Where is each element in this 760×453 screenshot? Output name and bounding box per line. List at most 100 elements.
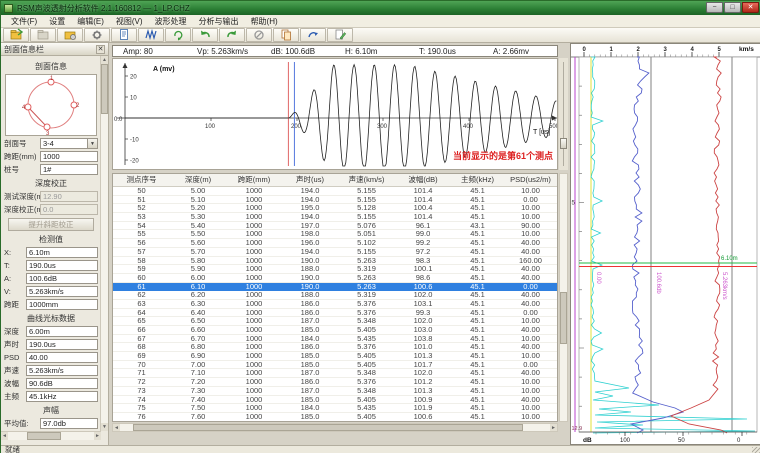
table-row-71[interactable]: 717.101000187.05.348102.045.140.00 [113,369,557,378]
table-row-64[interactable]: 646.401000186.05.37699.345.10.00 [113,309,557,318]
waveform-view-button[interactable] [138,28,164,42]
table-row-63[interactable]: 636.301000186.05.376103.145.140.00 [113,300,557,309]
close-button[interactable]: ✕ [742,2,759,13]
scroll-right-icon[interactable]: ► [550,424,557,431]
slider-handle[interactable] [560,138,567,149]
column-header-4[interactable]: 声速(km/s) [338,174,395,186]
table-row-58[interactable]: 585.801000190.05.26398.345.1160.00 [113,257,557,266]
field-value[interactable]: 190.0us [26,339,98,350]
scroll-right-icon[interactable]: ► [94,432,101,440]
table-row-62[interactable]: 626.201000188.05.319102.045.140.00 [113,291,557,300]
field-value[interactable]: 5.263km/s [26,286,98,297]
table-row-74[interactable]: 747.401000185.05.405100.945.140.00 [113,396,557,405]
field-value[interactable]: 6.10m [26,247,98,258]
close-icon[interactable]: ✕ [96,45,105,54]
open-file-gray-button[interactable] [30,28,56,42]
scrollbar-thumb[interactable] [27,432,61,440]
column-header-2[interactable]: 跨距(mm) [226,174,282,186]
transfer-arrow-button[interactable] [300,28,326,42]
scroll-up-icon[interactable]: ▲ [101,56,108,64]
table-row-60[interactable]: 606.001000190.05.26398.645.140.00 [113,274,557,283]
table-vertical-scrollbar[interactable] [559,173,568,422]
open-file-button[interactable] [3,28,29,42]
title-bar[interactable]: RSM声波透射分析软件 2.1.160812 — 1_LP.CHZ − □ ✕ [1,1,760,15]
menu-item-0[interactable]: 文件(F) [5,15,43,28]
column-header-3[interactable]: 声时(us) [282,174,338,186]
table-row-50[interactable]: 505.001000194.05.155101.445.110.00 [113,187,557,196]
menu-item-5[interactable]: 分析与输出 [193,15,245,28]
table-row-55[interactable]: 555.501000198.05.05199.045.110.00 [113,230,557,239]
profile-no-select[interactable]: 3-4 ▼ [40,138,98,149]
column-header-7[interactable]: PSD(us2/m) [504,174,557,186]
field-value[interactable]: 97.0db [40,418,98,429]
scrollbar-thumb[interactable] [133,424,523,431]
menu-item-3[interactable]: 视图(V) [110,15,149,28]
field-value[interactable]: 190.0us [26,260,98,271]
field-value[interactable]: 90.6dB [26,378,98,389]
menu-item-1[interactable]: 设置 [43,15,71,28]
span-input[interactable]: 1000 [40,151,98,162]
scroll-left-icon[interactable]: ◄ [1,432,8,440]
field-value[interactable]: 45.1kHz [26,391,98,402]
copy-pages-button[interactable] [273,28,299,42]
settings-gear-button[interactable] [84,28,110,42]
table-row-76[interactable]: 767.601000185.05.405100.645.110.00 [113,413,557,422]
table-row-56[interactable]: 565.601000196.05.10299.245.140.00 [113,239,557,248]
table-row-67[interactable]: 676.701000184.05.435103.845.110.00 [113,335,557,344]
scrollbar-thumb[interactable] [560,292,567,344]
field-value[interactable]: 1000mm [26,299,98,310]
column-header-6[interactable]: 主频(kHz) [451,174,504,186]
maximize-button[interactable]: □ [724,2,741,13]
disabled-button[interactable] [246,28,272,42]
redo-button[interactable] [219,28,245,42]
report-page-button[interactable] [111,28,137,42]
table-row-57[interactable]: 575.701000194.05.15597.245.140.00 [113,248,557,257]
resize-grip[interactable] [752,447,760,453]
field-value[interactable]: 6.00m [26,326,98,337]
table-horizontal-scrollbar[interactable]: ◄ ► [112,423,558,432]
sidebar-vertical-scrollbar[interactable]: ▲ ▼ [100,56,108,431]
chevron-down-icon[interactable]: ▼ [88,138,98,149]
pile-no-input[interactable]: 1# [40,164,98,175]
sidebar-horizontal-scrollbar[interactable]: ◄ ► [1,431,101,440]
scroll-left-icon[interactable]: ◄ [113,424,120,431]
depth-profile-chart[interactable]: 012345km/s512.96.10m0.00100.6db5.263km/s… [570,43,760,445]
table-row-51[interactable]: 515.101000194.05.155101.445.10.00 [113,196,557,205]
refresh-button[interactable] [165,28,191,42]
menu-item-4[interactable]: 波形处理 [149,15,193,28]
table-row-59[interactable]: 595.901000188.05.319100.145.140.00 [113,265,557,274]
edit-page-button[interactable] [327,28,353,42]
table-row-68[interactable]: 686.801000186.05.376101.045.140.00 [113,343,557,352]
waveform-zoom-slider[interactable] [559,58,568,170]
menu-item-2[interactable]: 编辑(E) [71,15,110,28]
table-row-53[interactable]: 535.301000194.05.155101.445.110.00 [113,213,557,222]
table-header-row[interactable]: 测点序号深度(m)跨距(mm)声时(us)声速(km/s)波幅(dB)主频(kH… [113,174,557,187]
field-value[interactable]: 40.00 [26,352,98,363]
scrollbar-thumb[interactable] [101,64,108,114]
save-folder-button[interactable] [57,28,83,42]
table-row-66[interactable]: 666.601000185.05.405103.045.140.00 [113,326,557,335]
table-row-52[interactable]: 525.201000195.05.128100.445.110.00 [113,204,557,213]
table-row-65[interactable]: 656.501000187.05.348102.045.110.00 [113,317,557,326]
minimize-button[interactable]: − [706,2,723,13]
column-header-1[interactable]: 深度(m) [170,174,226,186]
column-header-5[interactable]: 波幅(dB) [395,174,451,186]
table-row-54[interactable]: 545.401000197.05.07696.143.190.00 [113,222,557,231]
undo-button[interactable] [192,28,218,42]
table-body: 505.001000194.05.155101.445.110.00515.10… [113,187,557,422]
table-row-73[interactable]: 737.301000187.05.348101.345.110.00 [113,387,557,396]
table-row-69[interactable]: 696.901000185.05.405101.345.110.00 [113,352,557,361]
menu-item-6[interactable]: 帮助(H) [245,15,284,28]
panel-header[interactable]: 剖面信息栏 ✕ [1,43,108,56]
waveform-plot[interactable]: 2010-10-200.0A (mv)100200300400500T [us]… [112,58,558,170]
scroll-down-icon[interactable]: ▼ [101,423,108,431]
field-value[interactable]: 100.6dB [26,273,98,284]
table-row-75[interactable]: 757.501000184.05.435101.945.110.00 [113,404,557,413]
copy-pages-icon [280,28,293,42]
table-row-61[interactable]: 616.101000190.05.263100.645.10.00 [113,283,557,292]
table-row-70[interactable]: 707.001000185.05.405101.745.10.00 [113,361,557,370]
table-row-72[interactable]: 727.201000186.05.376101.245.110.00 [113,378,557,387]
column-header-0[interactable]: 测点序号 [113,174,170,186]
svg-text:12.9: 12.9 [572,426,583,432]
field-value[interactable]: 5.263km/s [26,365,98,376]
